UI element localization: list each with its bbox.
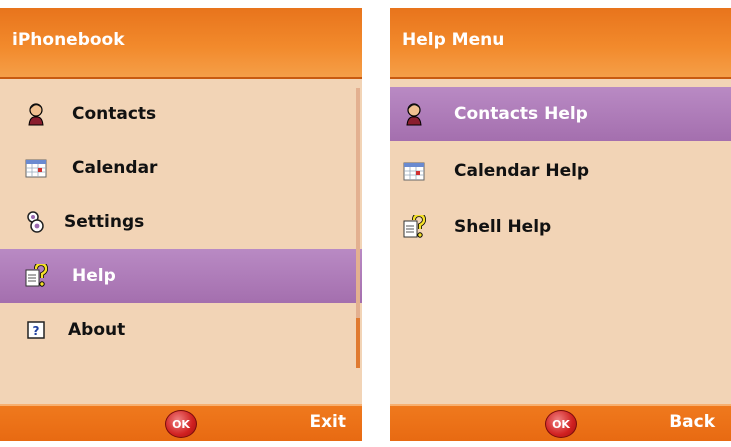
help-document-icon bbox=[24, 261, 49, 288]
contact-person-icon bbox=[402, 102, 426, 126]
screen-title: Help Menu bbox=[402, 30, 505, 50]
menu-item-calendar-help[interactable]: Calendar Help bbox=[402, 144, 731, 198]
settings-icon bbox=[24, 210, 48, 234]
menu-item-contacts[interactable]: Contacts bbox=[24, 87, 362, 141]
menu-item-calendar[interactable]: Calendar bbox=[24, 141, 362, 195]
menu-item-label: Contacts bbox=[72, 104, 157, 124]
menu-item-label: Help bbox=[72, 266, 116, 286]
exit-softkey[interactable]: Exit bbox=[309, 412, 346, 432]
scrollbar-thumb[interactable] bbox=[356, 318, 360, 368]
title-bar: Help Menu bbox=[390, 8, 731, 79]
calendar-icon bbox=[24, 156, 48, 180]
contact-person-icon bbox=[24, 102, 48, 126]
menu-item-label: Shell Help bbox=[454, 217, 552, 237]
menu-item-settings[interactable]: Settings bbox=[24, 195, 362, 249]
about-question-icon: ? bbox=[24, 318, 48, 342]
softkey-bar: OK Exit bbox=[0, 404, 362, 441]
menu-item-label: Calendar bbox=[72, 158, 158, 178]
help-document-icon bbox=[402, 212, 427, 239]
title-bar: iPhonebook bbox=[0, 8, 362, 79]
menu-item-label: Calendar Help bbox=[454, 161, 590, 181]
ok-button[interactable]: OK bbox=[545, 410, 577, 438]
menu-item-help[interactable]: Help bbox=[0, 249, 362, 303]
menu-item-label: Settings bbox=[64, 212, 145, 232]
back-softkey[interactable]: Back bbox=[669, 412, 715, 432]
phonebook-main-screen: iPhonebook Contacts Calendar Settings He… bbox=[0, 8, 362, 441]
softkey-bar: OK Back bbox=[390, 404, 731, 441]
menu-item-contacts-help[interactable]: Contacts Help bbox=[390, 87, 731, 141]
help-menu-screen: Help Menu Contacts Help Calendar Help Sh… bbox=[390, 8, 731, 441]
menu-item-label: About bbox=[68, 320, 126, 340]
calendar-icon bbox=[402, 159, 426, 183]
menu-item-label: Contacts Help bbox=[454, 104, 588, 124]
svg-text:?: ? bbox=[33, 324, 40, 338]
screen-title: iPhonebook bbox=[12, 30, 125, 50]
ok-button[interactable]: OK bbox=[165, 410, 197, 438]
menu-item-about[interactable]: ? About bbox=[24, 303, 362, 357]
menu-item-shell-help[interactable]: Shell Help bbox=[402, 200, 731, 254]
